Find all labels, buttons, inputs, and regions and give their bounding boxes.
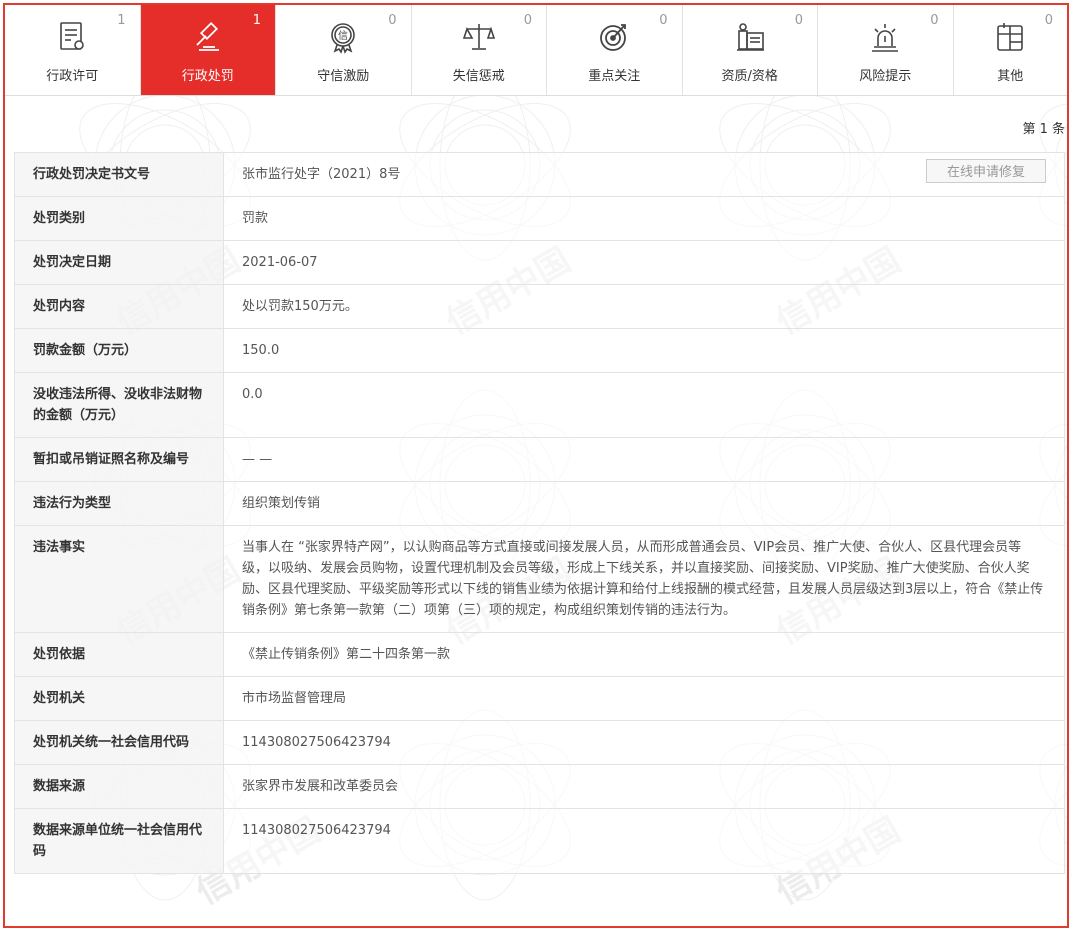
tab-qualification[interactable]: 0 资质/资格 — [682, 5, 818, 95]
table-row: 暂扣或吊销证照名称及编号 — — — [14, 437, 1065, 482]
field-value: 罚款 — [223, 196, 1065, 241]
field-label: 数据来源 — [14, 764, 224, 809]
tab-count: 1 — [117, 13, 126, 28]
online-repair-button[interactable]: 在线申请修复 — [926, 159, 1046, 183]
table-row: 处罚类别 罚款 — [14, 196, 1065, 241]
tab-administrative-penalty[interactable]: 1 行政处罚 — [140, 5, 276, 95]
tab-label: 失信惩戒 — [452, 69, 505, 84]
tab-risk-warning[interactable]: 0 风险提示 — [818, 5, 954, 95]
field-value-cell: 张市监行处字（2021）8号 在线申请修复 — [223, 152, 1065, 197]
tab-dishonesty-punishment[interactable]: 0 失信惩戒 — [411, 5, 547, 95]
tab-count: 0 — [388, 13, 397, 28]
target-icon — [596, 19, 632, 55]
field-value: 组织策划传销 — [223, 481, 1065, 526]
tab-administrative-license[interactable]: 1 行政许可 — [5, 5, 141, 95]
tab-label: 风险提示 — [859, 69, 912, 84]
field-value: 当事人在 “张家界特产网”，以认购商品等方式直接或间接发展人员，从而形成普通会员… — [223, 525, 1065, 633]
field-value: 150.0 — [223, 328, 1065, 373]
field-label: 违法行为类型 — [14, 481, 224, 526]
grid-window-icon — [992, 19, 1028, 55]
table-row: 违法行为类型 组织策划传销 — [14, 481, 1065, 526]
field-label: 处罚内容 — [14, 284, 224, 329]
field-value: 《禁止传销条例》第二十四条第一款 — [223, 632, 1065, 677]
pager: 第 1 条 — [5, 96, 1067, 152]
gavel-icon — [190, 19, 226, 55]
certificate-icon — [732, 19, 768, 55]
field-value: 处以罚款150万元。 — [223, 284, 1065, 329]
field-label: 处罚决定日期 — [14, 240, 224, 285]
field-value: 张市监行处字（2021）8号 — [242, 167, 401, 182]
tab-count: 0 — [659, 13, 668, 28]
table-row: 处罚决定日期 2021-06-07 — [14, 240, 1065, 285]
balance-scale-icon — [461, 19, 497, 55]
tab-count: 0 — [523, 13, 532, 28]
table-row: 处罚机关 市市场监督管理局 — [14, 676, 1065, 721]
record-index: 第 1 条 — [1022, 122, 1065, 137]
field-value: 张家界市发展和改革委员会 — [223, 764, 1065, 809]
field-value: — — — [223, 437, 1065, 482]
field-label: 暂扣或吊销证照名称及编号 — [14, 437, 224, 482]
field-label: 处罚机关统一社会信用代码 — [14, 720, 224, 765]
tab-count: 1 — [252, 13, 261, 28]
field-value: 市市场监督管理局 — [223, 676, 1065, 721]
field-value: 2021-06-07 — [223, 240, 1065, 285]
table-row: 数据来源 张家界市发展和改革委员会 — [14, 764, 1065, 809]
credit-record-panel: 信用中国 信用中国 信用中国 信用中国 信用中国 信用中国 信用中国 信用中国 … — [3, 3, 1069, 928]
tab-label: 行政处罚 — [181, 69, 234, 84]
document-list-icon — [54, 19, 90, 55]
tab-key-attention[interactable]: 0 重点关注 — [547, 5, 683, 95]
tab-count: 0 — [794, 13, 803, 28]
field-value: 0.0 — [223, 372, 1065, 438]
trust-medal-icon: 信 — [325, 19, 361, 55]
alarm-light-icon — [867, 19, 903, 55]
field-label: 数据来源单位统一社会信用代码 — [14, 808, 224, 874]
field-label: 没收违法所得、没收非法财物的金额（万元） — [14, 372, 224, 438]
field-label: 处罚机关 — [14, 676, 224, 721]
tab-label: 资质/资格 — [721, 69, 778, 84]
table-row: 数据来源单位统一社会信用代码 114308027506423794 — [14, 808, 1065, 874]
category-tabs: 1 行政许可 1 行政处罚 0 信 守信激励 0 失信惩戒 0 重点关注 0 资… — [5, 5, 1067, 96]
tab-trust-incentive[interactable]: 0 信 守信激励 — [276, 5, 412, 95]
tab-label: 重点关注 — [588, 69, 641, 84]
svg-text:信: 信 — [338, 30, 348, 42]
tab-label: 守信激励 — [317, 69, 370, 84]
field-label: 罚款金额（万元） — [14, 328, 224, 373]
penalty-detail-table: 行政处罚决定书文号 张市监行处字（2021）8号 在线申请修复 处罚类别 罚款 … — [14, 152, 1065, 874]
field-value: 114308027506423794 — [223, 720, 1065, 765]
field-value: 114308027506423794 — [223, 808, 1065, 874]
tab-count: 0 — [1044, 13, 1053, 28]
field-label: 处罚依据 — [14, 632, 224, 677]
table-row: 罚款金额（万元） 150.0 — [14, 328, 1065, 373]
field-label: 行政处罚决定书文号 — [14, 152, 224, 197]
table-row: 违法事实 当事人在 “张家界特产网”，以认购商品等方式直接或间接发展人员，从而形… — [14, 525, 1065, 633]
tab-other[interactable]: 0 其他 — [953, 5, 1067, 95]
tab-label: 其他 — [997, 69, 1024, 84]
field-label: 违法事实 — [14, 525, 224, 633]
table-row: 没收违法所得、没收非法财物的金额（万元） 0.0 — [14, 372, 1065, 438]
tab-label: 行政许可 — [46, 69, 99, 84]
field-label: 处罚类别 — [14, 196, 224, 241]
table-row: 处罚依据 《禁止传销条例》第二十四条第一款 — [14, 632, 1065, 677]
table-row: 行政处罚决定书文号 张市监行处字（2021）8号 在线申请修复 — [14, 152, 1065, 197]
table-row: 处罚内容 处以罚款150万元。 — [14, 284, 1065, 329]
table-row: 处罚机关统一社会信用代码 114308027506423794 — [14, 720, 1065, 765]
tab-count: 0 — [930, 13, 939, 28]
